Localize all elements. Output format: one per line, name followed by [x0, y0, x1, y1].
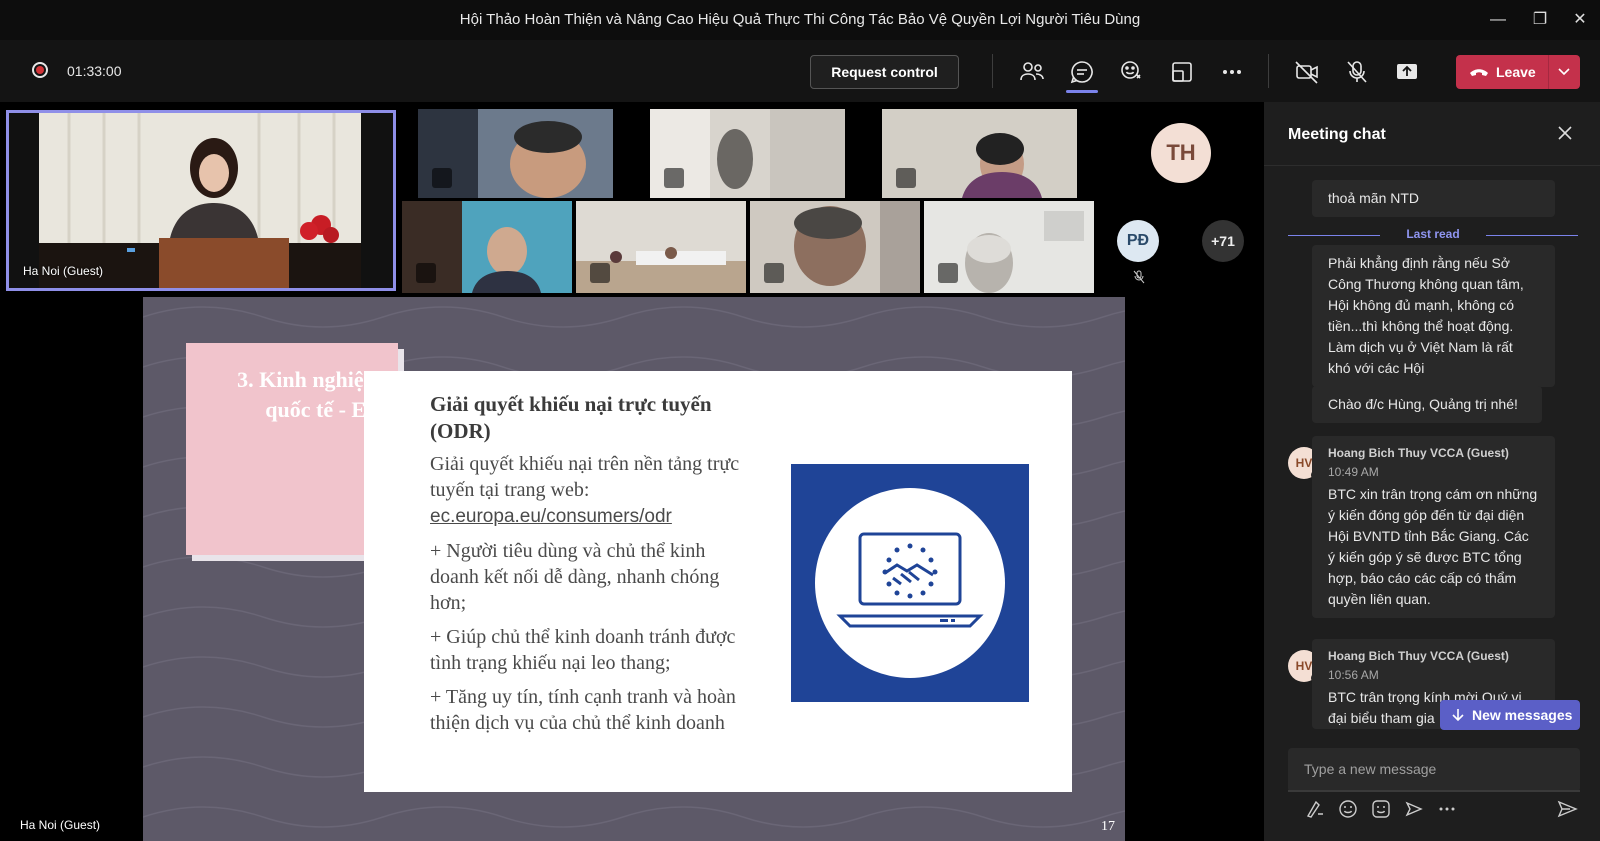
mic-off-icon [664, 168, 684, 188]
mic-off-icon [432, 168, 452, 188]
sender-name: Hoang Bich Thuy VCCA (Guest) [1328, 446, 1509, 460]
format-icon[interactable] [1304, 798, 1326, 820]
sender-initials: HV [1295, 659, 1313, 673]
chat-message-bubble: thoả mãn NTD [1312, 180, 1555, 217]
recording-icon [32, 62, 48, 78]
section-title: 3. Kinh nghiệm quốc tế - EU [237, 367, 382, 422]
participant-video-tile[interactable] [418, 109, 613, 198]
speaker-video-tile[interactable]: Ha Noi (Guest) [6, 110, 396, 291]
presenter-name-label: Ha Noi (Guest) [20, 818, 101, 832]
participant-video-tile[interactable] [650, 109, 845, 198]
slide-intro: Giải quyết khiếu nại trên nền tảng trực … [430, 453, 740, 501]
compose-box [1288, 748, 1580, 792]
meeting-timer: 01:33:00 [67, 63, 122, 79]
meeting-toolbar: 01:33:00 Request control Leave [0, 40, 1600, 102]
sticker-icon[interactable] [1370, 798, 1392, 820]
slide-page-number: 17 [1101, 819, 1115, 834]
chat-active-indicator [1066, 90, 1098, 93]
participant-video-tile[interactable] [882, 109, 1077, 198]
close-icon[interactable] [1556, 124, 1574, 142]
message-time: 10:49 AM [1328, 465, 1379, 479]
odr-illustration [791, 464, 1029, 702]
leave-divider [1548, 55, 1549, 89]
new-messages-button[interactable]: New messages [1440, 700, 1580, 730]
odr-circle [815, 488, 1005, 678]
request-control-button[interactable]: Request control [810, 55, 959, 89]
more-participants-badge[interactable]: +71 [1202, 220, 1244, 262]
more-options-icon[interactable] [1218, 58, 1246, 86]
chat-message-bubble: Phải khẳng định rằng nếu Sở Công Thương … [1312, 245, 1555, 387]
last-read-label: Last read [1406, 227, 1460, 241]
toolbar-divider [1268, 54, 1269, 88]
slide-bullet: + Người tiêu dùng và chủ thể kinh doanh … [430, 540, 720, 614]
new-messages-label: New messages [1472, 707, 1573, 723]
slide-bullet: + Tăng uy tín, tính cạnh tranh và hoàn t… [430, 686, 736, 734]
speaker-name-label: Ha Noi (Guest) [23, 264, 104, 278]
mic-off-icon [416, 263, 436, 283]
mic-off-icon [590, 263, 610, 283]
message-text: BTC xin trân trọng cám ơn những ý kiến đ… [1328, 486, 1538, 607]
message-time: 10:56 AM [1328, 668, 1379, 682]
mic-off-icon [938, 263, 958, 283]
slide-content-card: Giải quyết khiếu nại trực tuyến (ODR) Gi… [364, 371, 1072, 792]
participant-avatar[interactable]: PĐ [1117, 220, 1159, 262]
restore-icon[interactable]: ❐ [1526, 8, 1554, 32]
close-window-icon[interactable]: ✕ [1566, 8, 1594, 32]
leave-button[interactable]: Leave [1456, 55, 1580, 89]
camera-off-icon[interactable] [1293, 58, 1321, 86]
sender-initials: HV [1295, 456, 1313, 470]
last-read-line [1486, 235, 1578, 236]
more-actions-icon[interactable] [1436, 798, 1458, 820]
laptop-handshake-icon [836, 532, 984, 628]
mic-off-icon[interactable] [1343, 58, 1371, 86]
reactions-icon[interactable] [1118, 58, 1146, 86]
leave-label: Leave [1496, 64, 1536, 80]
window-title: Hội Thảo Hoàn Thiện và Nâng Cao Hiệu Quả… [459, 11, 1141, 28]
meeting-chat-panel: Meeting chat thoả mãn NTD Last read Phải… [1264, 102, 1600, 841]
speaker-video [9, 113, 393, 288]
participant-avatar[interactable]: TH [1151, 123, 1211, 183]
sender-name: Hoang Bich Thuy VCCA (Guest) [1328, 649, 1509, 663]
mic-off-icon [896, 168, 916, 188]
rooms-icon[interactable] [1168, 58, 1196, 86]
mic-off-icon [1133, 270, 1145, 284]
slide-heading: Giải quyết khiếu nại trực tuyến (ODR) [430, 392, 712, 443]
chat-header: Meeting chat [1264, 102, 1600, 166]
arrow-down-icon [1452, 709, 1464, 722]
chat-title: Meeting chat [1288, 126, 1386, 143]
slide-bullet: + Giúp chủ thể kinh doanh tránh được tìn… [430, 626, 736, 674]
participant-video-tile[interactable] [750, 201, 920, 293]
slide-body: Giải quyết khiếu nại trên nền tảng trực … [430, 451, 750, 744]
chat-icon[interactable] [1068, 58, 1096, 86]
send-icon[interactable] [1556, 798, 1578, 820]
message-input[interactable] [1288, 748, 1580, 792]
chevron-down-icon[interactable] [1556, 63, 1572, 79]
chat-message-bubble: Hoang Bich Thuy VCCA (Guest) 10:49 AM BT… [1312, 436, 1555, 618]
phone-hangup-icon [1470, 69, 1488, 76]
schedule-send-icon[interactable] [1403, 798, 1425, 820]
shared-slide: 3. Kinh nghiệm quốc tế - EU Giải quyết k… [143, 297, 1125, 841]
people-icon[interactable] [1018, 58, 1046, 86]
participant-video-tile[interactable] [924, 201, 1094, 293]
minimize-icon[interactable]: — [1484, 8, 1512, 32]
emoji-icon[interactable] [1337, 798, 1359, 820]
title-bar: Hội Thảo Hoàn Thiện và Nâng Cao Hiệu Quả… [0, 0, 1600, 40]
chat-message-bubble: Chào đ/c Hùng, Quảng trị nhé! [1312, 386, 1542, 423]
toolbar-divider [992, 54, 993, 88]
odr-link: ec.europa.eu/consumers/odr [430, 506, 672, 527]
participant-video-tile[interactable] [402, 201, 572, 293]
participant-video-tile[interactable] [576, 201, 746, 293]
mic-off-icon [764, 263, 784, 283]
last-read-divider: Last read [1288, 227, 1578, 243]
share-screen-icon[interactable] [1393, 58, 1421, 86]
